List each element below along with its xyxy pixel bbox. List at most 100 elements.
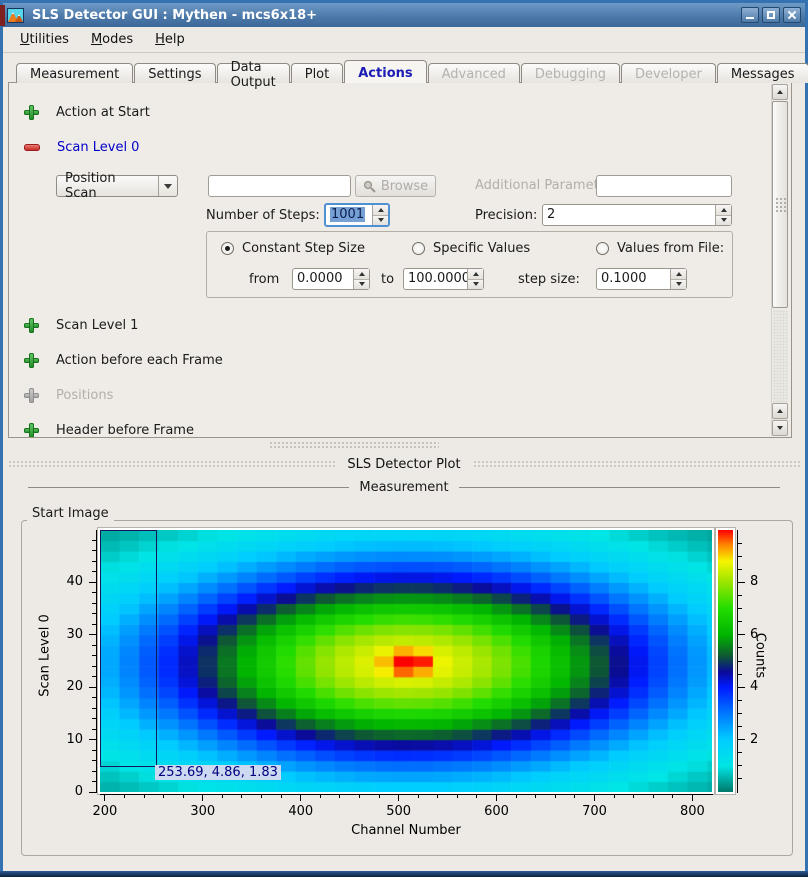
spin-up-icon[interactable]	[671, 269, 686, 280]
from-label: from	[249, 272, 279, 287]
divider	[459, 487, 780, 488]
spin-down-icon[interactable]	[373, 216, 388, 226]
expand-plus-icon[interactable]	[24, 318, 39, 333]
scan-mode-select[interactable]: Position Scan	[56, 175, 178, 197]
menubar: Utilities Modes Help	[3, 27, 805, 53]
spin-up-icon[interactable]	[716, 205, 731, 216]
plot-dock-title: SLS Detector Plot	[347, 457, 460, 472]
from-spinbox[interactable]: 0.0000	[292, 268, 370, 290]
step-size-spinbox[interactable]: 0.1000	[596, 268, 687, 290]
precision-value: 2	[543, 205, 715, 225]
chevron-down-icon	[164, 184, 172, 189]
number-of-steps-value: 1001	[330, 207, 365, 222]
spin-down-icon[interactable]	[716, 216, 731, 226]
tab-actions[interactable]: Actions	[344, 60, 426, 83]
tab-bar: Measurement Settings Data Output Plot Ac…	[16, 60, 808, 83]
grip-dots-icon	[775, 197, 786, 213]
tab-settings[interactable]: Settings	[134, 63, 215, 83]
expand-plus-icon[interactable]	[24, 423, 39, 438]
measurement-group-header: Measurement	[8, 478, 800, 496]
scroll-up-button[interactable]	[772, 84, 788, 100]
action-before-frame-row[interactable]: Action before each Frame	[24, 352, 223, 368]
menu-help[interactable]: Help	[146, 29, 194, 50]
window-frame-accent	[0, 5, 5, 26]
close-button[interactable]	[783, 7, 801, 23]
spin-up-icon[interactable]	[354, 269, 369, 280]
spin-buttons[interactable]	[715, 205, 731, 225]
scan-level-1-row[interactable]: Scan Level 1	[24, 317, 138, 333]
radio-specific-label: Specific Values	[433, 241, 530, 256]
radio-specific-values[interactable]: Specific Values	[412, 241, 530, 256]
precision-spinbox[interactable]: 2	[542, 204, 732, 226]
header-before-frame-label: Header before Frame	[56, 423, 194, 438]
window-title: SLS Detector GUI : Mythen - mcs6x18+	[32, 8, 738, 23]
spin-buttons[interactable]	[467, 269, 483, 289]
splitter-handle[interactable]	[269, 441, 439, 449]
app-logo-icon	[7, 8, 24, 23]
radio-icon[interactable]	[596, 242, 609, 255]
menu-modes[interactable]: Modes	[82, 29, 142, 50]
tab-messages[interactable]: Messages	[717, 63, 808, 83]
expand-plus-icon-disabled	[24, 388, 39, 403]
plot-dock-titlebar[interactable]: SLS Detector Plot	[8, 454, 800, 474]
expand-plus-icon[interactable]	[24, 105, 39, 120]
radio-checked-icon[interactable]	[221, 242, 234, 255]
maximize-button[interactable]	[762, 7, 780, 23]
divider	[28, 487, 349, 488]
spin-buttons[interactable]	[670, 269, 686, 289]
measurement-group-title: Measurement	[359, 480, 448, 495]
scan-mode-value: Position Scan	[57, 171, 158, 201]
tab-plot[interactable]: Plot	[291, 63, 344, 83]
titlebar[interactable]: SLS Detector GUI : Mythen - mcs6x18+	[3, 3, 805, 27]
scan-script-input[interactable]	[208, 175, 351, 197]
scrollbar-thumb[interactable]	[772, 101, 788, 308]
scan-level-0-label: Scan Level 0	[57, 140, 139, 155]
radio-constant-step[interactable]: Constant Step Size	[221, 241, 365, 256]
scroll-up-button-secondary[interactable]	[772, 403, 788, 419]
to-label: to	[381, 272, 394, 287]
additional-parameter-label: Additional Parameter:	[475, 178, 616, 193]
dock-texture	[8, 460, 335, 469]
action-before-frame-label: Action before each Frame	[56, 353, 223, 368]
menu-utilities[interactable]: Utilities	[11, 29, 78, 50]
spin-buttons[interactable]	[353, 269, 369, 289]
tab-developer: Developer	[621, 63, 716, 83]
minimize-button[interactable]	[741, 7, 759, 23]
tab-data-output[interactable]: Data Output	[217, 63, 290, 83]
positions-label: Positions	[56, 388, 113, 403]
scan-level-1-label: Scan Level 1	[56, 318, 138, 333]
additional-parameter-input[interactable]	[596, 175, 732, 197]
dock-texture	[473, 460, 800, 469]
action-at-start-row[interactable]: Action at Start	[24, 104, 150, 120]
spin-up-icon[interactable]	[468, 269, 483, 280]
actions-pane: Action at Start Scan Level 0 Position Sc…	[8, 82, 792, 438]
vertical-scrollbar[interactable]	[771, 84, 788, 436]
collapse-minus-icon[interactable]	[24, 144, 40, 151]
magnifier-icon	[363, 180, 376, 193]
window-bottom-border	[0, 871, 808, 877]
to-spinbox[interactable]: 100.0000	[403, 268, 484, 290]
header-before-frame-row[interactable]: Header before Frame	[24, 422, 194, 438]
expand-plus-icon[interactable]	[24, 353, 39, 368]
browse-button: Browse	[355, 175, 436, 197]
scan-level-0-row[interactable]: Scan Level 0	[24, 139, 139, 155]
combo-arrow-section[interactable]	[158, 176, 177, 196]
from-value: 0.0000	[293, 269, 353, 289]
spin-down-icon[interactable]	[354, 280, 369, 290]
spin-down-icon[interactable]	[468, 280, 483, 290]
precision-label: Precision:	[475, 208, 537, 223]
scroll-down-button[interactable]	[772, 420, 788, 436]
spin-down-icon[interactable]	[671, 280, 686, 290]
number-of-steps-spinbox[interactable]: 1001	[324, 203, 390, 227]
spin-buttons[interactable]	[372, 205, 388, 225]
tab-measurement[interactable]: Measurement	[16, 63, 133, 83]
to-value: 100.0000	[404, 269, 467, 289]
spin-up-icon[interactable]	[373, 205, 388, 216]
tab-debugging: Debugging	[521, 63, 620, 83]
number-of-steps-label: Number of Steps:	[206, 208, 320, 223]
radio-icon[interactable]	[412, 242, 425, 255]
heatmap-canvas[interactable]	[100, 530, 712, 792]
tab-advanced: Advanced	[428, 63, 520, 83]
radio-values-from-file[interactable]: Values from File:	[596, 241, 724, 256]
step-size-label: step size:	[518, 272, 580, 287]
